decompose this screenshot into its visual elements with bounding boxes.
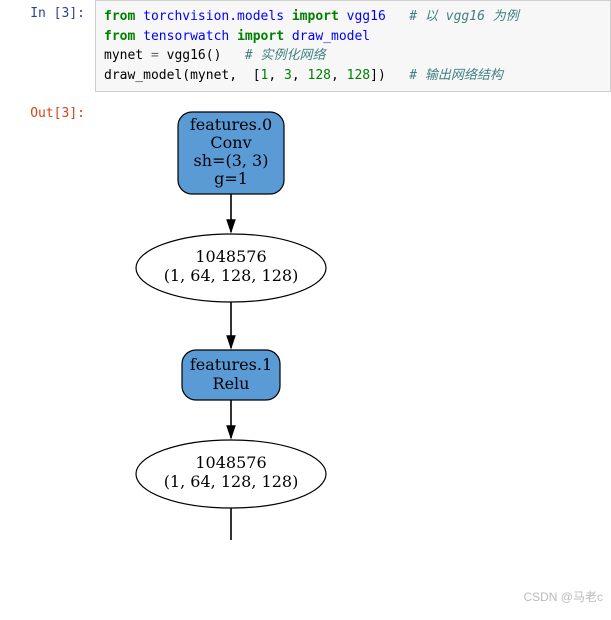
- kw-from: from: [104, 29, 135, 44]
- comment: # 实例化网络: [245, 48, 326, 63]
- graph-svg: features.0 Conv sh=(3, 3) g=1 1048576 (1…: [95, 100, 611, 620]
- tensor-shape-2-line1: 1048576: [195, 453, 266, 472]
- tensor-shape-1-line2: (1, 64, 128, 128): [164, 266, 299, 285]
- in-prompt: In [3]:: [0, 0, 95, 21]
- node-features0-line4: g=1: [214, 169, 248, 188]
- tensor-shape-2-line2: (1, 64, 128, 128): [164, 472, 299, 491]
- module-path: tensorwatch: [135, 29, 237, 44]
- code-text: mynet: [104, 48, 151, 63]
- comment: # 以 vgg16 为例: [409, 9, 518, 24]
- code-text: draw_model(mynet, [: [104, 68, 261, 83]
- op-assign: =: [151, 48, 159, 63]
- comma: ,: [292, 68, 308, 83]
- output-area: features.0 Conv sh=(3, 3) g=1 1048576 (1…: [95, 100, 611, 580]
- node-features0-line2: Conv: [210, 133, 251, 152]
- num-literal: 128: [308, 68, 331, 83]
- module-path: torchvision.models: [135, 9, 292, 24]
- comma: ,: [268, 68, 284, 83]
- tensor-shape-1-line1: 1048576: [195, 247, 266, 266]
- watermark: CSDN @马老c: [523, 588, 603, 605]
- kw-import: import: [292, 9, 339, 24]
- node-features1-line2: Relu: [213, 374, 250, 393]
- out-prompt: Out[3]:: [0, 100, 95, 121]
- node-features1-line1: features.1: [190, 355, 272, 374]
- import-name: draw_model: [284, 29, 370, 44]
- node-features0-line1: features.0: [190, 115, 272, 134]
- num-literal: 3: [284, 68, 292, 83]
- comment: # 输出网络结构: [409, 68, 503, 83]
- comma: ,: [331, 68, 347, 83]
- kw-from: from: [104, 9, 135, 24]
- node-features0-line3: sh=(3, 3): [194, 151, 269, 170]
- code-text: vgg16(): [159, 48, 245, 63]
- code-text: ]): [370, 68, 409, 83]
- spacer: [386, 9, 409, 24]
- output-cell: Out[3]: features.0 Conv sh=(3, 3) g=1 10…: [0, 100, 611, 580]
- import-name: vgg16: [339, 9, 386, 24]
- kw-import: import: [237, 29, 284, 44]
- code-block[interactable]: from torchvision.models import vgg16 # 以…: [95, 0, 611, 92]
- num-literal: 128: [347, 68, 370, 83]
- input-cell: In [3]: from torchvision.models import v…: [0, 0, 611, 92]
